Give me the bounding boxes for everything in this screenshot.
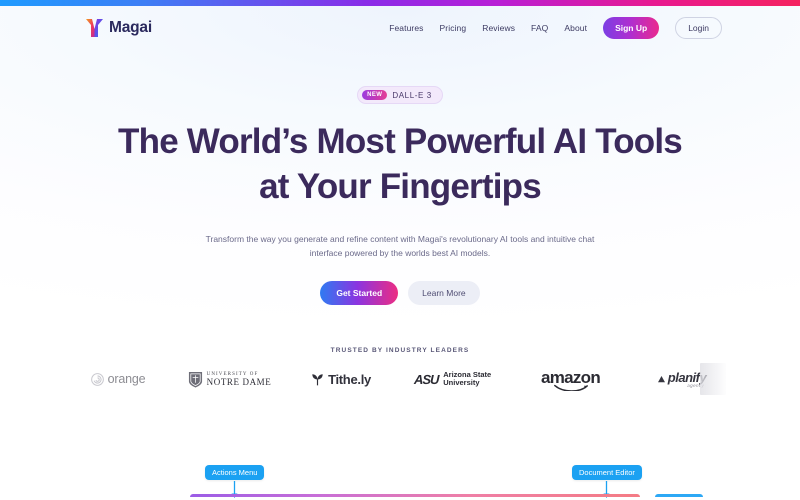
logo-strip-next-partial [700,363,726,395]
hero-subtitle: Transform the way you generate and refin… [205,233,595,259]
logo-orange: orange [66,363,171,395]
app-panel-top-edge [655,494,703,497]
logo-notre-dame: UNIVERSITY OF NOTRE DAME [171,363,289,395]
asu-line-2: University [443,378,480,387]
badge-label: DALL-E 3 [392,90,432,100]
nav-link-features[interactable]: Features [389,23,423,33]
header-right: Features Pricing Reviews FAQ About Sign … [389,17,722,39]
nav-link-about[interactable]: About [564,23,587,33]
headline-line-2: at Your Fingertips [259,166,542,206]
amazon-smile-icon [553,384,588,391]
annotation-label: Actions Menu [205,465,265,480]
get-started-button[interactable]: Get Started [320,281,399,306]
site-header: Magai Features Pricing Reviews FAQ About… [0,6,800,50]
tithely-logo-text: Tithe.ly [328,371,371,387]
app-window-top-edge [190,494,640,497]
orange-logo-text: orange [107,372,146,386]
client-logo-strip: orange UNIVERSITY OF NOTRE DAME Tithe.ly… [0,363,800,395]
nav-link-pricing[interactable]: Pricing [440,23,467,33]
annotation-label: Document Editor [572,465,642,480]
notre-dame-shield-icon [188,371,202,387]
product-preview-section: Actions Menu Document Editor [0,410,800,500]
orange-spiral-icon [90,372,104,386]
headline-line-1: The World’s Most Powerful AI Tools [118,122,683,161]
nav-link-faq[interactable]: FAQ [531,23,548,33]
badge-new-tag: NEW [362,90,388,100]
primary-nav: Features Pricing Reviews FAQ About [389,23,587,33]
nav-link-reviews[interactable]: Reviews [482,23,515,33]
new-feature-badge[interactable]: NEW DALL-E 3 [357,86,443,104]
trusted-by-label: TRUSTED BY INDUSTRY LEADERS [330,347,470,354]
brand-name: Magai [109,19,152,36]
hero-cta-row: Get Started Learn More [320,281,480,306]
notre-dame-line-2: NOTRE DAME [206,376,272,387]
asu-monogram: ASU [413,371,439,387]
logo-amazon: amazon [512,363,630,395]
logo-arizona-state: ASU Arizona State University [394,363,512,395]
tithely-leaf-icon [312,373,323,385]
login-button[interactable]: Login [675,17,722,39]
trusted-by-section: TRUSTED BY INDUSTRY LEADERS [0,347,800,354]
magai-m-logo-icon [86,19,103,37]
brand-logo[interactable]: Magai [86,18,152,38]
learn-more-button[interactable]: Learn More [408,281,480,306]
planify-triangle-icon [657,375,665,382]
hero-section: NEW DALL-E 3 The World’s Most Powerful A… [0,50,800,306]
sign-up-button[interactable]: Sign Up [603,17,660,39]
landing-page: Magai Features Pricing Reviews FAQ About… [0,0,800,500]
page-title: The World’s Most Powerful AI Tools at Yo… [118,120,683,210]
logo-tithely: Tithe.ly [289,363,394,395]
notre-dame-line-1: UNIVERSITY OF [206,371,259,377]
